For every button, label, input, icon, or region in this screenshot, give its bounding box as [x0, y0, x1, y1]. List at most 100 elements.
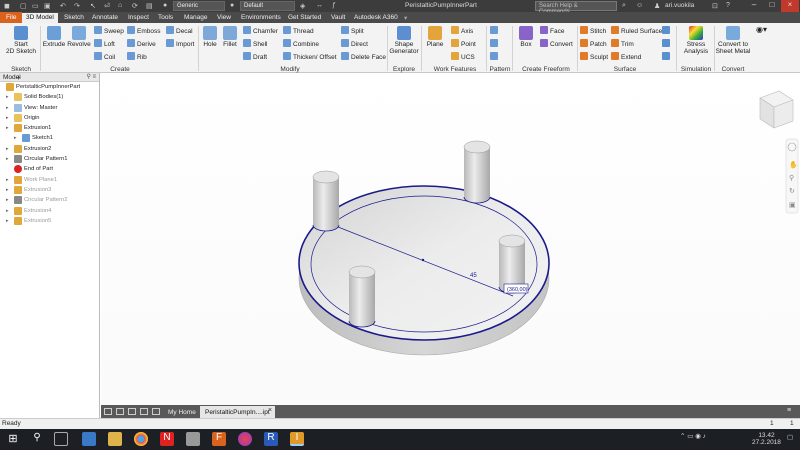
cart-icon[interactable]: ⊡ — [712, 2, 718, 10]
browser-node[interactable]: ▸ Circular Pattern1 — [0, 154, 99, 164]
import-button[interactable]: Import — [166, 39, 194, 49]
emboss-button[interactable]: Emboss — [127, 26, 160, 36]
expand-icon[interactable]: ▸ — [6, 175, 9, 185]
browser-node[interactable]: ▸ Sketch1 — [0, 133, 99, 143]
close-tab-icon[interactable]: × — [268, 407, 272, 414]
browser-menu-icon[interactable]: ⚲ ≡ — [86, 73, 96, 80]
app-icon-f[interactable]: F — [212, 432, 226, 446]
update-icon[interactable]: ⟳ — [132, 2, 138, 10]
look-at-icon[interactable]: ▣ — [789, 202, 796, 209]
expand-icon[interactable]: ▸ — [6, 154, 9, 164]
app-icon-r[interactable]: R — [264, 432, 278, 446]
start-2d-sketch-button[interactable]: Start 2D Sketch — [6, 26, 36, 55]
clear-appearance-icon[interactable]: ◈ — [300, 2, 305, 10]
documents-menu-icon[interactable] — [152, 408, 160, 415]
app-icon-2[interactable] — [186, 432, 200, 446]
surface-extra-button-3[interactable] — [662, 52, 672, 62]
properties-icon[interactable]: ▤ — [146, 2, 153, 10]
tab-list-icon[interactable]: ≡ — [787, 407, 791, 414]
save-icon[interactable]: ▣ — [44, 2, 51, 10]
expand-icon[interactable]: ▸ — [6, 206, 9, 216]
extend-button[interactable]: Extend — [611, 52, 641, 62]
browser-node[interactable]: ▸ Solid Bodies(1) — [0, 92, 99, 102]
viewcube[interactable] — [759, 90, 794, 129]
chamfer-button[interactable]: Chamfer — [243, 26, 278, 36]
rib-button[interactable]: Rib — [127, 52, 147, 62]
add-browser-icon[interactable]: + — [16, 73, 21, 82]
select-icon[interactable]: ↖ — [90, 2, 96, 10]
fx-icon[interactable]: ƒ — [332, 2, 336, 9]
help-search-input[interactable]: Search Help & Commands... — [535, 1, 617, 15]
hole-button[interactable]: Hole — [200, 26, 220, 48]
convert-freeform-button[interactable]: Convert — [540, 39, 573, 49]
thread-button[interactable]: Thread — [283, 26, 314, 36]
measure-icon[interactable]: ↔ — [316, 2, 323, 9]
tab-vault[interactable]: Vault — [327, 13, 349, 23]
fillet-button[interactable]: Fillet — [220, 26, 240, 48]
chrome-icon[interactable] — [134, 432, 148, 446]
browser-node[interactable]: ▸ Extrusion3 — [0, 185, 99, 195]
windows-start-icon[interactable]: ⊞ — [6, 432, 20, 446]
tile-vertical-icon[interactable] — [116, 408, 124, 415]
ribbon-options-icon[interactable]: ▾ — [400, 13, 411, 23]
zoom-icon[interactable]: ⚲ — [789, 174, 794, 182]
pin-front-left[interactable] — [348, 265, 376, 328]
tab-file[interactable]: File — [0, 12, 23, 23]
browser-node[interactable]: ▸ Extrusion1 — [0, 123, 99, 133]
user-name[interactable]: ari.vuokila — [665, 2, 694, 9]
help-icon[interactable]: ? — [726, 2, 730, 9]
expand-icon[interactable]: ▸ — [14, 133, 17, 143]
loft-button[interactable]: Loft — [94, 39, 115, 49]
browser-node[interactable]: ▸ Extrusion5 — [0, 216, 99, 226]
tab-manage[interactable]: Manage — [180, 13, 212, 23]
face-button[interactable]: Face — [540, 26, 564, 36]
surface-extra-button-2[interactable] — [662, 39, 672, 49]
patch-button[interactable]: Patch — [580, 39, 607, 49]
plane-button[interactable]: Plane — [424, 26, 446, 48]
browser-node[interactable]: ▸ Extrusion4 — [0, 206, 99, 216]
stress-analysis-button[interactable]: Stress Analysis — [679, 26, 713, 55]
user-icon[interactable]: ♟ — [654, 2, 660, 10]
search-icon[interactable]: ⚲ — [30, 432, 44, 446]
browser-node[interactable]: ▸ View: Master — [0, 103, 99, 113]
app-icon-1[interactable] — [82, 432, 96, 446]
graphics-viewport[interactable]: 45 (360,00) ✋ ⚲ ↻ ▣ — [101, 73, 800, 405]
appearance-dropdown[interactable]: Default — [240, 1, 295, 11]
return-icon[interactable]: ⏎ — [104, 2, 110, 10]
maximize-button[interactable]: □ — [763, 0, 781, 12]
ruled-surface-button[interactable]: Ruled Surface — [611, 26, 662, 36]
stitch-button[interactable]: Stitch — [580, 26, 606, 36]
trim-button[interactable]: Trim — [611, 39, 634, 49]
expand-icon[interactable]: ▸ — [6, 185, 9, 195]
task-view-icon[interactable] — [54, 432, 68, 446]
tab-document[interactable]: PeristalticPumpIn....ipt — [200, 406, 275, 418]
signin-icon[interactable]: ☺ — [636, 2, 643, 9]
ribbon-minimize-icon[interactable]: ◉▾ — [756, 25, 767, 35]
surface-extra-button-1[interactable] — [662, 26, 672, 36]
tab-inspect[interactable]: Inspect — [124, 13, 153, 23]
new-icon[interactable]: ▢ — [20, 2, 27, 10]
clock[interactable]: 13.42 27.2.2018 — [752, 432, 781, 446]
redo-icon[interactable]: ↷ — [74, 2, 80, 10]
expand-icon[interactable]: ▸ — [6, 195, 9, 205]
minimize-button[interactable]: – — [745, 0, 763, 12]
coil-button[interactable]: Coil — [94, 52, 115, 62]
orbit-icon[interactable]: ↻ — [789, 188, 795, 195]
rectangular-pattern-button[interactable] — [490, 26, 500, 36]
expand-icon[interactable]: ▸ — [6, 92, 9, 102]
tray-icons[interactable]: ⌃ ▭ ◉ ♪ — [680, 432, 706, 440]
sculpt-button[interactable]: Sculpt — [580, 52, 608, 62]
search-icon[interactable]: ⌕ — [622, 2, 626, 10]
extrude-button[interactable]: Extrude — [42, 26, 66, 48]
notifications-icon[interactable]: ▢ — [787, 433, 793, 441]
sweep-button[interactable]: Sweep — [94, 26, 124, 36]
tab-3d-model[interactable]: 3D Model — [22, 13, 58, 23]
circular-pattern-button[interactable] — [490, 39, 500, 49]
delete-face-button[interactable]: Delete Face — [341, 52, 386, 62]
pin-back-right[interactable] — [463, 140, 491, 204]
pan-icon[interactable]: ✋ — [789, 160, 798, 169]
draft-button[interactable]: Draft — [243, 52, 267, 62]
close-button[interactable]: × — [781, 0, 799, 12]
browser-node[interactable]: End of Part — [0, 164, 99, 174]
axis-button[interactable]: Axis — [451, 26, 473, 36]
